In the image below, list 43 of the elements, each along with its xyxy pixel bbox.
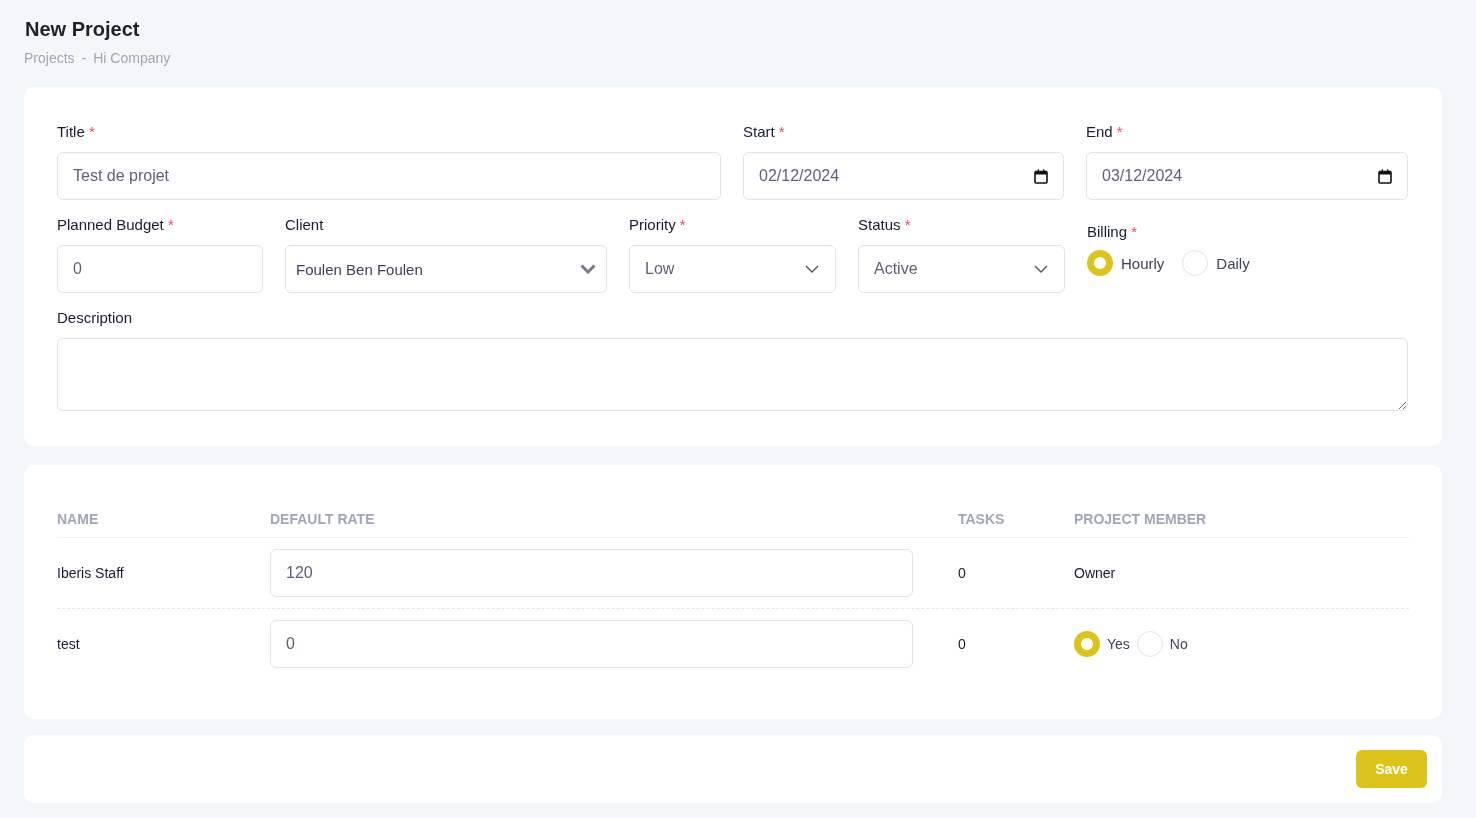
radio-button[interactable]: [1087, 250, 1113, 276]
field-label: End *: [1086, 123, 1124, 140]
rate-input-field[interactable]: 120: [270, 549, 913, 597]
chevron-down-icon: [1034, 265, 1048, 273]
radio-label: No: [1169, 636, 1188, 652]
page-title: New Project: [25, 18, 141, 41]
calendar-icon: [1378, 168, 1392, 184]
field-label: Status *: [858, 216, 912, 233]
input-field[interactable]: Test de projet: [57, 152, 721, 200]
radio-button[interactable]: [1074, 631, 1100, 657]
chevron-down-icon: [580, 264, 596, 274]
field-label: Planned Budget *: [57, 216, 175, 233]
dropdown[interactable]: Low: [629, 245, 836, 293]
input-field[interactable]: 0: [57, 245, 263, 293]
field-label: Priority *: [629, 216, 687, 233]
date-field[interactable]: 03/12/2024: [1086, 152, 1408, 200]
table-cell-text: 0: [957, 565, 967, 581]
date-field[interactable]: 02/12/2024: [743, 152, 1064, 200]
breadcrumb-separator: -: [81, 50, 87, 66]
field-label: Title *: [57, 123, 96, 140]
chevron-down-icon: [805, 265, 819, 273]
field-label: Billing *: [1087, 223, 1139, 240]
table-cell-text: 0: [957, 636, 967, 652]
calendar-icon: [1034, 168, 1048, 184]
column-header: PROJECT MEMBER: [1074, 511, 1208, 527]
column-header: DEFAULT RATE: [270, 511, 376, 527]
table-cell-text: Owner: [1074, 565, 1117, 581]
field-label: Start *: [743, 123, 786, 140]
radio-button[interactable]: [1182, 250, 1209, 276]
table-cell-text: Iberis Staff: [57, 565, 125, 581]
column-header: TASKS: [957, 511, 1006, 527]
radio-label: Yes: [1107, 636, 1130, 652]
radio-label: Hourly: [1121, 254, 1165, 272]
text-area[interactable]: [57, 338, 1408, 411]
field-label: Client: [285, 216, 325, 233]
rate-input-field[interactable]: 0: [270, 620, 913, 668]
dropdown[interactable]: Foulen Ben Foulen: [285, 245, 607, 293]
table-cell-text: test: [57, 636, 81, 652]
radio-button[interactable]: [1136, 631, 1163, 657]
field-label: Description: [57, 309, 134, 326]
dropdown[interactable]: Active: [858, 245, 1065, 293]
column-header: NAME: [57, 511, 100, 527]
radio-label: Daily: [1216, 254, 1250, 272]
